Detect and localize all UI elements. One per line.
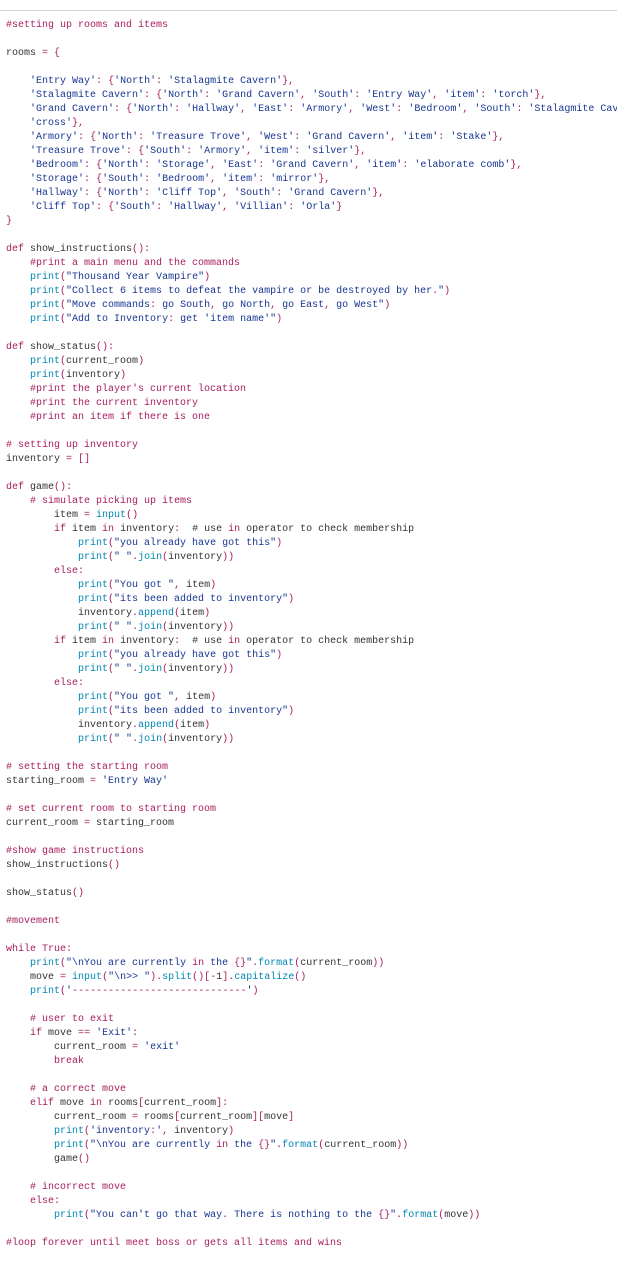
code-line: elif move in rooms[current_room]: xyxy=(6,1098,228,1109)
code-line: # simulate picking up items xyxy=(6,496,192,507)
code-line: break xyxy=(6,1056,84,1067)
code-line: #loop forever until meet boss or gets al… xyxy=(6,1238,342,1249)
code-line: inventory = [] xyxy=(6,454,90,465)
code-line: show_status() xyxy=(6,888,84,899)
code-line: current_room = rooms[current_room][move] xyxy=(6,1112,294,1123)
code-line: 'Cliff Top': {'South': 'Hallway', 'Villi… xyxy=(6,202,342,213)
code-line: current_room = starting_room xyxy=(6,818,174,829)
code-line: rooms = { xyxy=(6,48,60,59)
code-line: game() xyxy=(6,1154,90,1165)
code-line: print(" ".join(inventory)) xyxy=(6,734,234,745)
code-line: if item in inventory: # use in operator … xyxy=(6,524,414,535)
code-line: def game(): xyxy=(6,482,72,493)
code-line: print("\nYou are currently in the {}".fo… xyxy=(6,1140,408,1151)
code-line: 'cross'}, xyxy=(6,118,84,129)
code-line: print(inventory) xyxy=(6,370,126,381)
code-line: 'Armory': {'North': 'Treasure Trove', 'W… xyxy=(6,132,504,143)
code-line: 'Treasure Trove': {'South': 'Armory', 'i… xyxy=(6,146,366,157)
code-line: # a correct move xyxy=(6,1084,126,1095)
code-line: 'Entry Way': {'North': 'Stalagmite Caver… xyxy=(6,76,294,87)
code-line: def show_status(): xyxy=(6,342,114,353)
code-line: #print an item if there is one xyxy=(6,412,210,423)
code-line: print("Add to Inventory: get 'item name'… xyxy=(6,314,282,325)
code-line: else: xyxy=(6,678,84,689)
code-line: # set current room to starting room xyxy=(6,804,216,815)
code-line: # setting the starting room xyxy=(6,762,168,773)
code-line: print("you already have got this") xyxy=(6,538,282,549)
code-line: 'Hallway': {'North': 'Cliff Top', 'South… xyxy=(6,188,384,199)
code-line: if move == 'Exit': xyxy=(6,1028,138,1039)
code-line: print("You can't go that way. There is n… xyxy=(6,1210,480,1221)
code-line: 'Bedroom': {'North': 'Storage', 'East': … xyxy=(6,160,522,171)
code-line: inventory.append(item) xyxy=(6,608,210,619)
code-line: if item in inventory: # use in operator … xyxy=(6,636,414,647)
code-line: print("Thousand Year Vampire") xyxy=(6,272,210,283)
code-line: current_room = 'exit' xyxy=(6,1042,180,1053)
code-line: def show_instructions(): xyxy=(6,244,150,255)
code-line: print(" ".join(inventory)) xyxy=(6,552,234,563)
code-line: print("You got ", item) xyxy=(6,692,216,703)
code-line: 'Stalagmite Cavern': {'North': 'Grand Ca… xyxy=(6,90,546,101)
code-line: print("its been added to inventory") xyxy=(6,594,294,605)
code-line: item = input() xyxy=(6,510,138,521)
code-line: #setting up rooms and items xyxy=(6,20,168,31)
code-line: print("You got ", item) xyxy=(6,580,216,591)
code-line: show_instructions() xyxy=(6,860,120,871)
code-line: print("Move commands: go South, go North… xyxy=(6,300,390,311)
code-line: print("Collect 6 items to defeat the vam… xyxy=(6,286,450,297)
code-line: #print a main menu and the commands xyxy=(6,258,240,269)
code-line: #print the current inventory xyxy=(6,398,198,409)
code-line: move = input("\n>> ").split()[-1].capita… xyxy=(6,972,306,983)
code-line: print('-----------------------------') xyxy=(6,986,259,997)
code-line: print(" ".join(inventory)) xyxy=(6,622,234,633)
code-line: print('inventory:', inventory) xyxy=(6,1126,234,1137)
code-line: print("you already have got this") xyxy=(6,650,282,661)
code-line: #movement xyxy=(6,916,60,927)
code-line: # setting up inventory xyxy=(6,440,138,451)
code-line: #show game instructions xyxy=(6,846,144,857)
code-line: print("\nYou are currently in the {}".fo… xyxy=(6,958,384,969)
code-line: 'Grand Cavern': {'North': 'Hallway', 'Ea… xyxy=(6,104,617,115)
code-line: print("its been added to inventory") xyxy=(6,706,294,717)
code-line: inventory.append(item) xyxy=(6,720,210,731)
code-line: print(" ".join(inventory)) xyxy=(6,664,234,675)
code-line: else: xyxy=(6,566,84,577)
code-line: # incorrect move xyxy=(6,1182,126,1193)
code-line: #print the player's current location xyxy=(6,384,246,395)
code-line: } xyxy=(6,216,12,227)
code-line: while True: xyxy=(6,944,72,955)
code-line: # user to exit xyxy=(6,1014,114,1025)
code-line: starting_room = 'Entry Way' xyxy=(6,776,168,787)
code-block: #setting up rooms and items rooms = { 'E… xyxy=(0,10,617,1259)
code-line: print(current_room) xyxy=(6,356,144,367)
code-line: 'Storage': {'South': 'Bedroom', 'item': … xyxy=(6,174,330,185)
code-line: else: xyxy=(6,1196,60,1207)
